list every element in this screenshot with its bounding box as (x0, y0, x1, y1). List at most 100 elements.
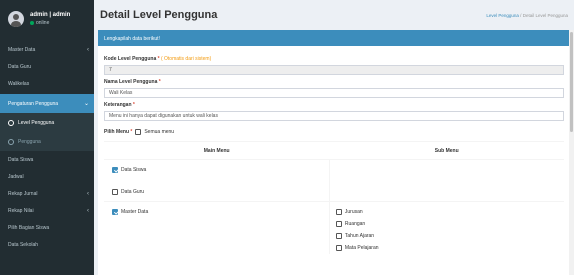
main-menu-cell: Data Guru (104, 182, 329, 202)
breadcrumb-separator: / (520, 12, 522, 18)
user-name: admin | admin (30, 12, 71, 18)
sub-menu-option[interactable]: Mata Pelajaran (335, 242, 564, 254)
vertical-scrollbar[interactable] (569, 30, 574, 275)
kode-label: Kode Level Pengguna * ( Otomatis dari si… (104, 56, 564, 62)
sub-menu-option[interactable]: Tahun Ajaran (335, 230, 564, 242)
semua-menu-checkbox[interactable] (135, 129, 142, 135)
keterangan-label-text: Keterangan (104, 102, 132, 108)
kode-hint: ( Otomatis dari sistem) (160, 56, 212, 62)
pilih-menu-label-text: Pilih Menu (104, 129, 129, 135)
main-menu-option[interactable]: Master Data (112, 206, 329, 218)
pilih-menu-row: Pilih Menu * Semua menu (104, 129, 564, 135)
chevron-left-icon: ‹ (87, 46, 89, 53)
sidebar-item-rekap-nilai[interactable]: Rekap Nilai ‹ (0, 202, 94, 219)
sidebar-subitem-level-pengguna[interactable]: Level Pengguna (0, 113, 94, 132)
checkbox[interactable] (335, 233, 342, 239)
nama-label-text: Nama Level Pengguna (104, 79, 158, 85)
sidebar-item-walikelas[interactable]: Walikelas (0, 75, 94, 92)
required-mark: * (157, 56, 160, 62)
pilih-menu-label: Pilih Menu * (104, 129, 132, 135)
sidebar-item-label: Jadwal (8, 173, 24, 180)
breadcrumb-link-level-pengguna[interactable]: Level Pengguna (486, 13, 519, 18)
page-title: Detail Level Pengguna (100, 9, 218, 21)
checkbox-checked[interactable] (112, 167, 118, 173)
chevron-left-icon: ‹ (87, 190, 89, 197)
sidebar-item-label: Pengaturan Pengguna (8, 100, 59, 107)
keterangan-value: Menu ini hanya dapat digunakan untuk wal… (109, 113, 218, 119)
sidebar-subitem-label: Pengguna (18, 138, 41, 145)
required-mark: * (158, 79, 161, 85)
checkbox[interactable] (335, 209, 342, 215)
circle-icon (8, 119, 14, 126)
semua-menu-label: Semua menu (144, 129, 175, 135)
box-title: Lengkapilah data berikut! (104, 36, 160, 42)
checkbox[interactable] (335, 245, 342, 251)
breadcrumb: Level Pengguna / Detail Level Pengguna (486, 13, 568, 18)
sidebar-item-pilih-bagian-siswa[interactable]: Pilih Bagian Siswa (0, 219, 94, 236)
chevron-down-icon: ⌄ (83, 101, 89, 107)
user-info: admin | admin online (30, 11, 70, 27)
kode-value: 7 (109, 67, 112, 73)
sub-menu-option[interactable]: Ruangan (335, 218, 564, 230)
sidebar-item-label: Walikelas (8, 80, 30, 87)
required-mark: * (130, 129, 133, 135)
main-menu-cell: Data Siswa (104, 159, 330, 182)
sub-menu-label: Jurusan (344, 209, 363, 215)
menu-table: Main Menu Sub Menu Data Siswa Data Guru … (104, 141, 564, 254)
page-header: Detail Level Pengguna Level Pengguna / D… (94, 0, 574, 30)
sidebar-item-master-data[interactable]: Master Data ‹ (0, 41, 94, 58)
sub-menu-label: Ruangan (344, 221, 366, 227)
user-status-text: online (36, 20, 50, 26)
nama-field[interactable]: Wali Kelas (104, 88, 564, 98)
nama-label: Nama Level Pengguna * (104, 79, 564, 85)
sidebar-item-pengaturan-pengguna[interactable]: Pengaturan Pengguna ⌄ (0, 94, 94, 113)
sidebar-item-label: Pilih Bagian Siswa (8, 224, 50, 231)
sub-menu-cell: Jurusan Ruangan Tahun Ajaran Mata Pelaja… (328, 201, 564, 254)
sidebar-subitem-label: Level Pengguna (18, 119, 55, 126)
sidebar-item-label: Data Guru (8, 63, 32, 70)
sidebar-item-label: Rekap Jurnal (8, 190, 38, 197)
sidebar-item-data-siswa[interactable]: Data Siswa (0, 151, 94, 168)
circle-icon (8, 138, 14, 145)
sidebar-item-label: Master Data (8, 46, 36, 53)
main-menu-cell: Master Data (104, 201, 330, 254)
main-menu-label: Master Data (121, 209, 149, 215)
breadcrumb-current: Detail Level Pengguna (522, 12, 568, 18)
sidebar-item-data-guru[interactable]: Data Guru (0, 58, 94, 75)
sidebar: admin | admin online Master Data ‹ Data … (0, 0, 94, 275)
sub-menu-label: Tahun Ajaran (344, 233, 375, 239)
box-header: Lengkapilah data berikut! (98, 32, 570, 46)
user-avatar-icon (8, 11, 24, 27)
main-menu-option[interactable]: Data Guru (112, 186, 329, 198)
user-status: online (30, 19, 70, 27)
sidebar-subitem-pengguna[interactable]: Pengguna (0, 132, 94, 151)
sidebar-item-jadwal[interactable]: Jadwal (0, 168, 94, 185)
scrollbar-thumb[interactable] (570, 32, 573, 132)
kode-label-text: Kode Level Pengguna (104, 56, 157, 62)
keterangan-field[interactable]: Menu ini hanya dapat digunakan untuk wal… (104, 111, 564, 121)
table-row: Master Data Jurusan Ruangan Tahun Ajaran… (104, 201, 564, 254)
user-panel: admin | admin online (0, 0, 94, 38)
column-header-main-menu: Main Menu (104, 141, 330, 160)
box-body: Kode Level Pengguna * ( Otomatis dari si… (98, 46, 570, 254)
nama-value: Wali Kelas (109, 90, 133, 96)
main-menu-label: Data Siswa (121, 167, 147, 173)
sidebar-item-data-sekolah[interactable]: Data Sekolah (0, 236, 94, 253)
checkbox[interactable] (112, 188, 118, 195)
sidebar-item-label: Data Siswa (8, 156, 34, 163)
main-menu-option[interactable]: Data Siswa (112, 164, 329, 176)
column-header-sub-menu: Sub Menu (329, 141, 564, 160)
table-header-row: Main Menu Sub Menu (104, 141, 564, 160)
checkbox-checked[interactable] (112, 209, 118, 215)
kode-field[interactable]: 7 (104, 65, 564, 75)
sub-menu-cell (328, 159, 564, 202)
table-row: Data Siswa (104, 159, 564, 202)
sidebar-item-label: Data Sekolah (8, 241, 39, 248)
checkbox[interactable] (335, 221, 342, 227)
sub-menu-option[interactable]: Jurusan (335, 206, 564, 218)
sidebar-item-rekap-jurnal[interactable]: Rekap Jurnal ‹ (0, 185, 94, 202)
main-content: Detail Level Pengguna Level Pengguna / D… (94, 0, 574, 275)
main-menu-label: Data Guru (121, 188, 145, 195)
sidebar-menu: Master Data ‹ Data Guru Walikelas Pengat… (0, 41, 94, 253)
required-mark: * (132, 102, 135, 108)
